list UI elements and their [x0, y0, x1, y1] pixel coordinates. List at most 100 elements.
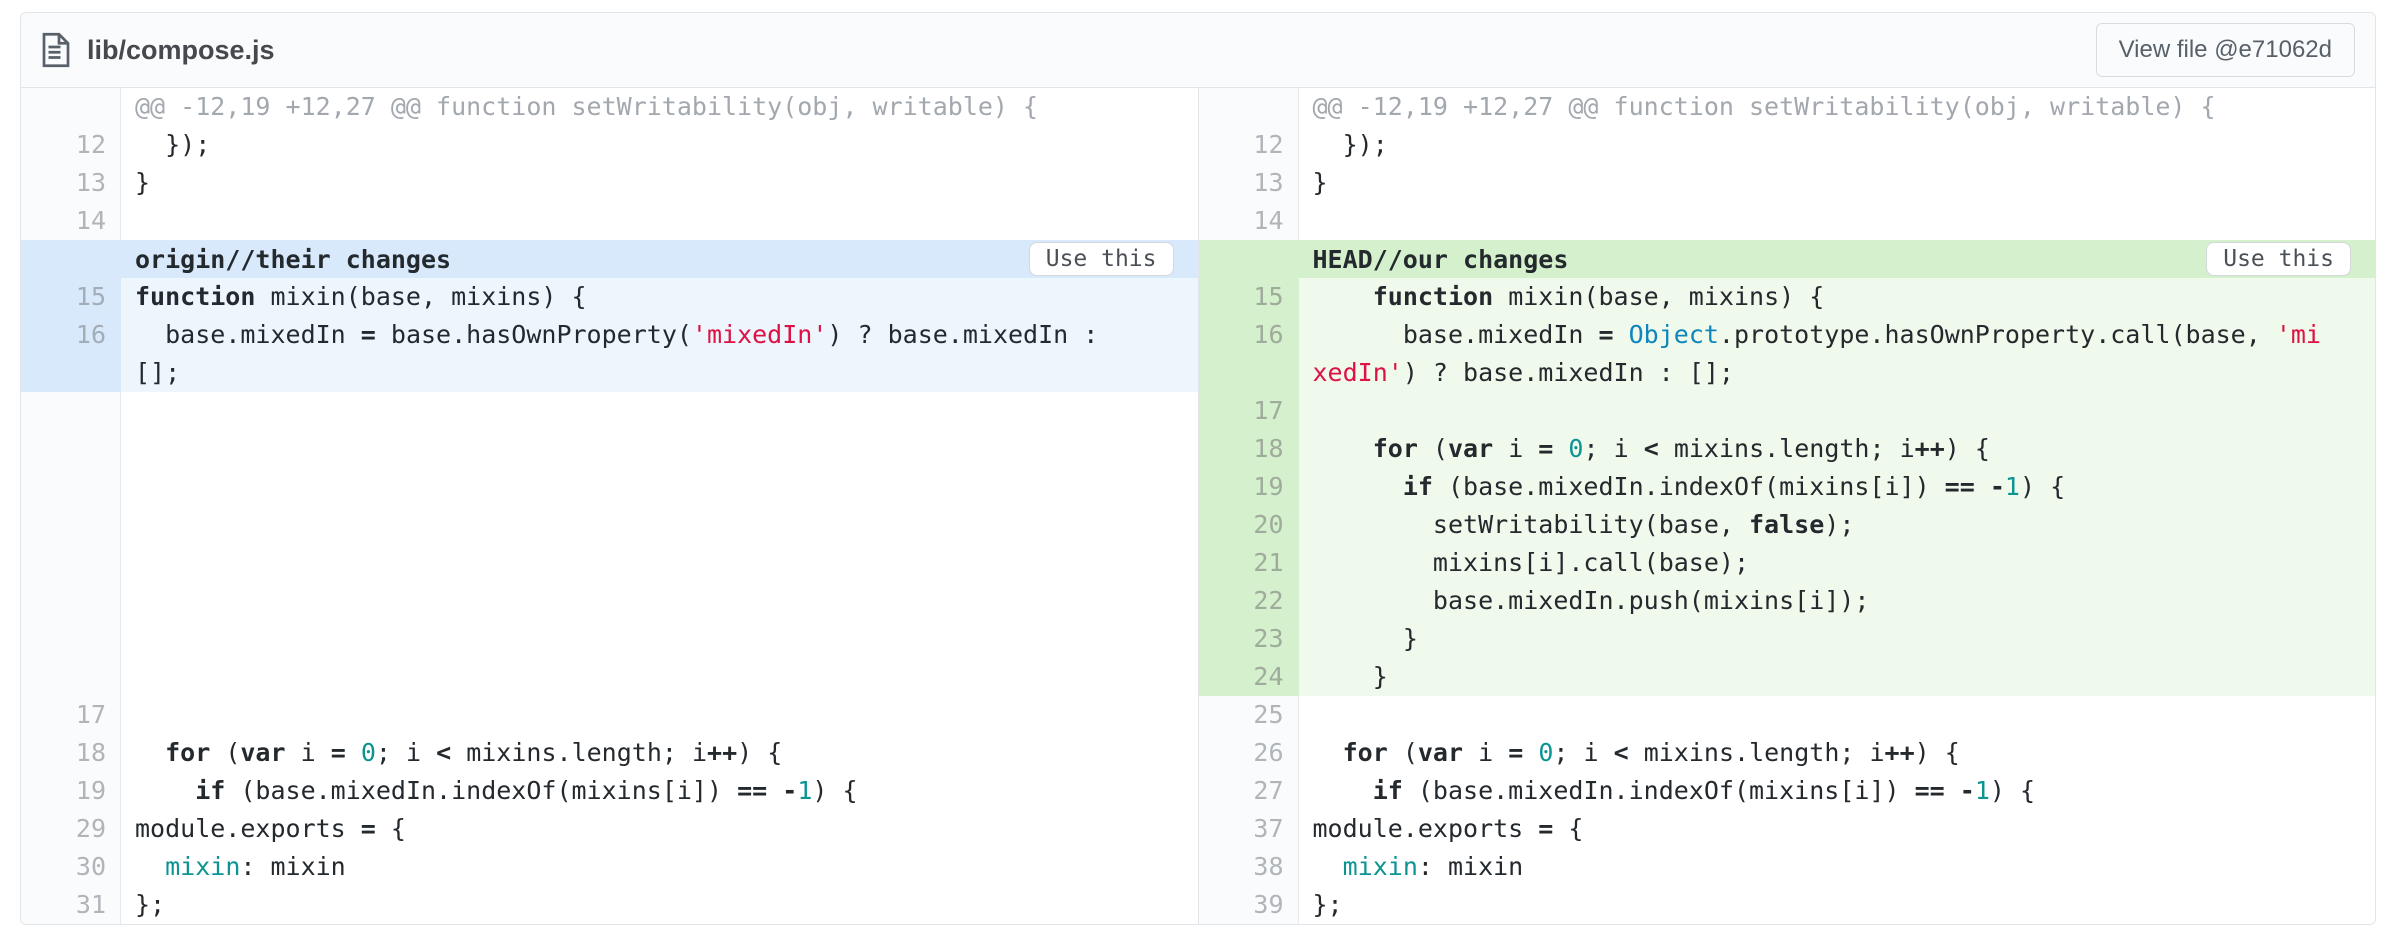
line-number: 15	[1199, 278, 1299, 316]
code-token: i	[1463, 738, 1508, 767]
code-token: };	[1313, 890, 1343, 919]
theirs-panel: @@ -12,19 +12,27 @@ function setWritabil…	[21, 88, 1198, 924]
code-token: var	[1418, 738, 1463, 767]
code-token: setWritability(base,	[1313, 510, 1750, 539]
code-token: function	[1373, 282, 1493, 311]
code-line: module.exports = {	[121, 810, 1198, 848]
code-token: Object	[1629, 320, 1719, 349]
code-token: ++	[1915, 434, 1945, 463]
code-token: base.hasOwnProperty(	[376, 320, 692, 349]
code-token: mixin(base, mixins) {	[255, 282, 586, 311]
code-token: ) ? base.mixedIn : [];	[1403, 358, 1734, 387]
code-token: var	[240, 738, 285, 767]
code-token	[1313, 434, 1373, 463]
code-row: 38 mixin: mixin	[1199, 848, 2376, 886]
split-diff: @@ -12,19 +12,27 @@ function setWritabil…	[21, 88, 2375, 924]
code-token: (	[1418, 434, 1448, 463]
code-token: }	[1313, 624, 1418, 653]
code-token: ) {	[1945, 434, 1990, 463]
code-token: =	[1598, 320, 1613, 349]
code-token: mixin	[1343, 852, 1418, 881]
code-token: i	[286, 738, 331, 767]
code-token: -	[1960, 776, 1975, 805]
code-line: base.mixedIn.push(mixins[i]);	[1299, 582, 2376, 620]
code-token: ) {	[1990, 776, 2035, 805]
line-number: 30	[21, 848, 121, 886]
code-token	[1313, 472, 1403, 501]
code-token: 1	[1975, 776, 1990, 805]
code-token: 0	[361, 738, 376, 767]
code-token: false	[1749, 510, 1824, 539]
code-token: if	[1373, 776, 1403, 805]
code-token: mixins.length; i	[1629, 738, 1885, 767]
code-token: }	[135, 168, 150, 197]
view-file-button[interactable]: View file @e71062d	[2096, 23, 2355, 77]
empty-space	[121, 392, 1198, 696]
line-number: 20	[1199, 506, 1299, 544]
code-token: }	[1313, 168, 1328, 197]
code-line: if (base.mixedIn.indexOf(mixins[i]) == -…	[121, 772, 1198, 810]
line-number	[1199, 88, 1299, 126]
code-token: : mixin	[240, 852, 345, 881]
code-token: (base.mixedIn.indexOf(mixins[i])	[1403, 776, 1915, 805]
code-token	[1313, 852, 1343, 881]
code-row: 18 for (var i = 0; i < mixins.length; i+…	[21, 734, 1198, 772]
code-row: 37module.exports = {	[1199, 810, 2376, 848]
code-token: mixins.length; i	[451, 738, 707, 767]
code-token: ==	[737, 776, 767, 805]
code-row: 17	[21, 696, 1198, 734]
file-diff-card: lib/compose.js View file @e71062d @@ -12…	[20, 12, 2376, 925]
theirs-label: origin//their changes	[135, 245, 451, 274]
use-this-ours-button[interactable]: Use this	[2206, 242, 2351, 276]
code-line	[1299, 392, 2376, 430]
line-number: 17	[21, 696, 121, 734]
ours-conflict-header: HEAD//our changesUse this	[1199, 240, 2376, 278]
code-token: .prototype.hasOwnProperty.call(base,	[1719, 320, 2276, 349]
code-token	[1523, 738, 1538, 767]
theirs-conflict-block: origin//their changes Use this15function …	[21, 240, 1198, 392]
line-number: 22	[1199, 582, 1299, 620]
code-token: mixins[i].call(base);	[1313, 548, 1750, 577]
code-row: 24 }	[1199, 658, 2376, 696]
code-row: 13}	[1199, 164, 2376, 202]
hunk-header: @@ -12,19 +12,27 @@ function setWritabil…	[121, 88, 1198, 126]
code-token: mixin	[165, 852, 240, 881]
line-number: 12	[21, 126, 121, 164]
code-token: };	[135, 890, 165, 919]
code-token: ) {	[2020, 472, 2065, 501]
code-row: 23 }	[1199, 620, 2376, 658]
line-number: 18	[21, 734, 121, 772]
line-number: 21	[1199, 544, 1299, 582]
code-line: };	[121, 886, 1198, 924]
line-number: 17	[1199, 392, 1299, 430]
use-this-theirs-button[interactable]: Use this	[1029, 242, 1174, 276]
code-token: (	[210, 738, 240, 767]
code-token: ; i	[1553, 738, 1613, 767]
code-row: 15function mixin(base, mixins) {	[21, 278, 1198, 316]
code-line: mixin: mixin	[121, 848, 1198, 886]
line-number: 13	[21, 164, 121, 202]
code-token: =	[1508, 738, 1523, 767]
line-number: 31	[21, 886, 121, 924]
code-token: =	[1538, 434, 1553, 463]
code-token: <	[1614, 738, 1629, 767]
code-token: if	[1403, 472, 1433, 501]
line-number	[21, 88, 121, 126]
code-token	[1614, 320, 1629, 349]
code-token: mixin(base, mixins) {	[1493, 282, 1824, 311]
line-number: 18	[1199, 430, 1299, 468]
code-token	[1313, 776, 1373, 805]
code-token	[1313, 738, 1343, 767]
code-line: }	[1299, 658, 2376, 696]
code-row: 39};	[1199, 886, 2376, 924]
code-line: mixin: mixin	[1299, 848, 2376, 886]
code-token: 1	[797, 776, 812, 805]
code-row: 19 if (base.mixedIn.indexOf(mixins[i]) =…	[1199, 468, 2376, 506]
code-token: module.exports	[135, 814, 361, 843]
code-row: 14	[1199, 202, 2376, 240]
line-number: 19	[1199, 468, 1299, 506]
code-line: for (var i = 0; i < mixins.length; i++) …	[1299, 430, 2376, 468]
hunk-header-row: @@ -12,19 +12,27 @@ function setWritabil…	[1199, 88, 2376, 126]
code-token: ) {	[737, 738, 782, 767]
code-token: });	[135, 130, 210, 159]
